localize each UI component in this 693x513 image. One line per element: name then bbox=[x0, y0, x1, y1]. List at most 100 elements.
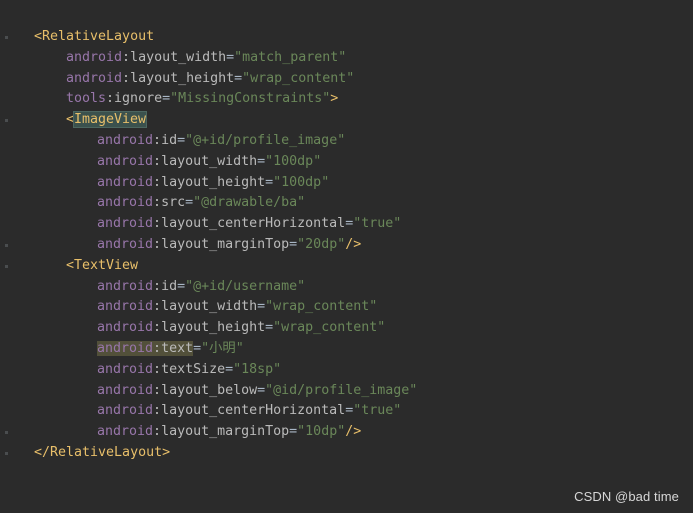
attr-colon: : bbox=[153, 361, 162, 377]
attr-value: "match_parent" bbox=[234, 49, 347, 65]
code-editor[interactable]: <RelativeLayout android:layout_width="mat… bbox=[0, 0, 693, 513]
attr-colon: : bbox=[153, 216, 162, 232]
attr-colon: : bbox=[122, 49, 131, 65]
attr-name-group: android:layout_height bbox=[97, 175, 265, 190]
attr-name: src bbox=[161, 195, 186, 211]
attr-equals: = bbox=[265, 174, 274, 190]
attr-namespace: android bbox=[97, 216, 154, 232]
code-line[interactable]: android:textSize="18sp" bbox=[0, 360, 693, 381]
xml-attribute: android:text="小明" bbox=[97, 340, 244, 356]
fold-marker-icon[interactable] bbox=[5, 119, 8, 123]
code-line[interactable]: </RelativeLayout> bbox=[0, 443, 693, 464]
code-line[interactable]: android:layout_centerHorizontal="true" bbox=[0, 214, 693, 235]
code-line[interactable]: android:id="@+id/username" bbox=[0, 277, 693, 298]
attr-name-group: android:id bbox=[97, 279, 177, 294]
attr-equals: = bbox=[234, 70, 243, 86]
code-line[interactable]: android:layout_below="@id/profile_image" bbox=[0, 381, 693, 402]
attr-colon: : bbox=[153, 340, 162, 356]
fold-marker-icon[interactable] bbox=[5, 264, 8, 268]
attr-colon: : bbox=[153, 403, 162, 419]
xml-attribute: android:src="@drawable/ba" bbox=[97, 195, 305, 210]
attr-equals: = bbox=[225, 361, 234, 377]
code-line[interactable]: android:text="小明" bbox=[0, 339, 693, 360]
attr-name: layout_width bbox=[161, 299, 258, 315]
attr-name: layout_centerHorizontal bbox=[161, 216, 346, 232]
attr-name: layout_centerHorizontal bbox=[161, 403, 346, 419]
attr-name-group: tools:ignore bbox=[66, 91, 162, 106]
code-line[interactable]: android:layout_width="100dp" bbox=[0, 152, 693, 173]
attr-value: "20dp" bbox=[297, 236, 346, 252]
fold-marker-icon[interactable] bbox=[5, 431, 8, 435]
attr-name: layout_height bbox=[130, 70, 235, 86]
attr-value: "MissingConstraints" bbox=[170, 91, 331, 107]
code-line-content: android:id="@+id/profile_image" bbox=[97, 131, 345, 152]
code-line[interactable]: android:src="@drawable/ba" bbox=[0, 193, 693, 214]
xml-attribute: android:layout_width="match_parent" bbox=[66, 50, 346, 65]
attr-value: "wrap_content" bbox=[265, 299, 378, 315]
attr-name-group: android:layout_width bbox=[97, 299, 257, 314]
xml-attribute: android:layout_width="wrap_content" bbox=[97, 299, 377, 314]
code-line-content: android:layout_height="100dp" bbox=[97, 173, 329, 194]
attr-value: "true" bbox=[353, 403, 402, 419]
code-line[interactable]: android:layout_width="match_parent" bbox=[0, 48, 693, 69]
attr-name: layout_width bbox=[130, 49, 227, 65]
attr-equals: = bbox=[289, 424, 298, 440]
code-line[interactable]: android:layout_height="100dp" bbox=[0, 173, 693, 194]
attr-colon: : bbox=[153, 195, 162, 211]
code-line-content: </RelativeLayout> bbox=[34, 443, 170, 464]
xml-attribute: android:layout_marginTop="20dp"/> bbox=[97, 237, 361, 252]
code-line[interactable]: android:layout_marginTop="20dp"/> bbox=[0, 235, 693, 256]
attr-namespace: android bbox=[97, 340, 154, 356]
xml-attribute: android:layout_width="100dp" bbox=[97, 154, 321, 169]
attr-equals: = bbox=[265, 320, 274, 336]
attr-name-group: android:src bbox=[97, 195, 185, 210]
attr-name: layout_marginTop bbox=[161, 424, 290, 440]
code-line[interactable]: android:layout_height="wrap_content" bbox=[0, 318, 693, 339]
code-line[interactable]: <RelativeLayout bbox=[0, 27, 693, 48]
code-line-content: tools:ignore="MissingConstraints"> bbox=[66, 89, 338, 110]
fold-marker-icon[interactable] bbox=[5, 36, 8, 39]
code-line-content: android:textSize="18sp" bbox=[97, 360, 281, 381]
attr-value: "小明" bbox=[201, 340, 244, 356]
xml-attribute: android:layout_height="wrap_content" bbox=[97, 320, 385, 335]
code-line[interactable]: android:layout_width="wrap_content" bbox=[0, 297, 693, 318]
code-line[interactable]: android:id="@+id/profile_image" bbox=[0, 131, 693, 152]
xml-tag-name: ImageView bbox=[73, 111, 148, 129]
code-line-content: android:layout_marginTop="10dp"/> bbox=[97, 422, 361, 443]
attr-name: id bbox=[161, 278, 178, 294]
fold-marker-icon[interactable] bbox=[5, 243, 8, 247]
attr-name-group: android:id bbox=[97, 133, 177, 148]
attr-namespace: android bbox=[97, 153, 154, 169]
attr-equals: = bbox=[345, 216, 354, 232]
xml-attribute: android:layout_marginTop="10dp"/> bbox=[97, 424, 361, 439]
attr-name-group: android:layout_centerHorizontal bbox=[97, 216, 345, 231]
code-area[interactable]: <RelativeLayout android:layout_width="mat… bbox=[0, 27, 693, 464]
attr-name: layout_height bbox=[161, 320, 266, 336]
code-line-content: android:layout_centerHorizontal="true" bbox=[97, 401, 401, 422]
code-line-content: android:layout_height="wrap_content" bbox=[97, 318, 385, 339]
fold-marker-icon[interactable] bbox=[5, 451, 8, 455]
code-line-content: <RelativeLayout bbox=[34, 27, 154, 48]
code-line-content: android:src="@drawable/ba" bbox=[97, 193, 305, 214]
code-line-content: <TextView bbox=[66, 256, 138, 277]
xml-attribute: android:layout_height="100dp" bbox=[97, 175, 329, 190]
code-line[interactable]: <TextView bbox=[0, 256, 693, 277]
code-line[interactable]: tools:ignore="MissingConstraints"> bbox=[0, 89, 693, 110]
attr-equals: = bbox=[345, 403, 354, 419]
attr-name-group: android:text bbox=[97, 340, 194, 356]
xml-attribute: android:id="@+id/username" bbox=[97, 279, 305, 294]
tag-close: > bbox=[330, 91, 339, 107]
attr-value: "10dp" bbox=[297, 424, 346, 440]
attr-name-group: android:layout_marginTop bbox=[97, 424, 289, 439]
code-line[interactable]: android:layout_height="wrap_content" bbox=[0, 69, 693, 90]
attr-name-group: android:layout_marginTop bbox=[97, 237, 289, 252]
code-line[interactable]: android:layout_marginTop="10dp"/> bbox=[0, 422, 693, 443]
attr-colon: : bbox=[153, 132, 162, 148]
code-line-content: <ImageView bbox=[66, 110, 148, 131]
attr-colon: : bbox=[153, 382, 162, 398]
attr-namespace: android bbox=[97, 278, 154, 294]
attr-colon: : bbox=[153, 153, 162, 169]
code-line[interactable]: android:layout_centerHorizontal="true" bbox=[0, 401, 693, 422]
code-line[interactable]: <ImageView bbox=[0, 110, 693, 131]
attr-name-group: android:layout_height bbox=[66, 71, 234, 86]
